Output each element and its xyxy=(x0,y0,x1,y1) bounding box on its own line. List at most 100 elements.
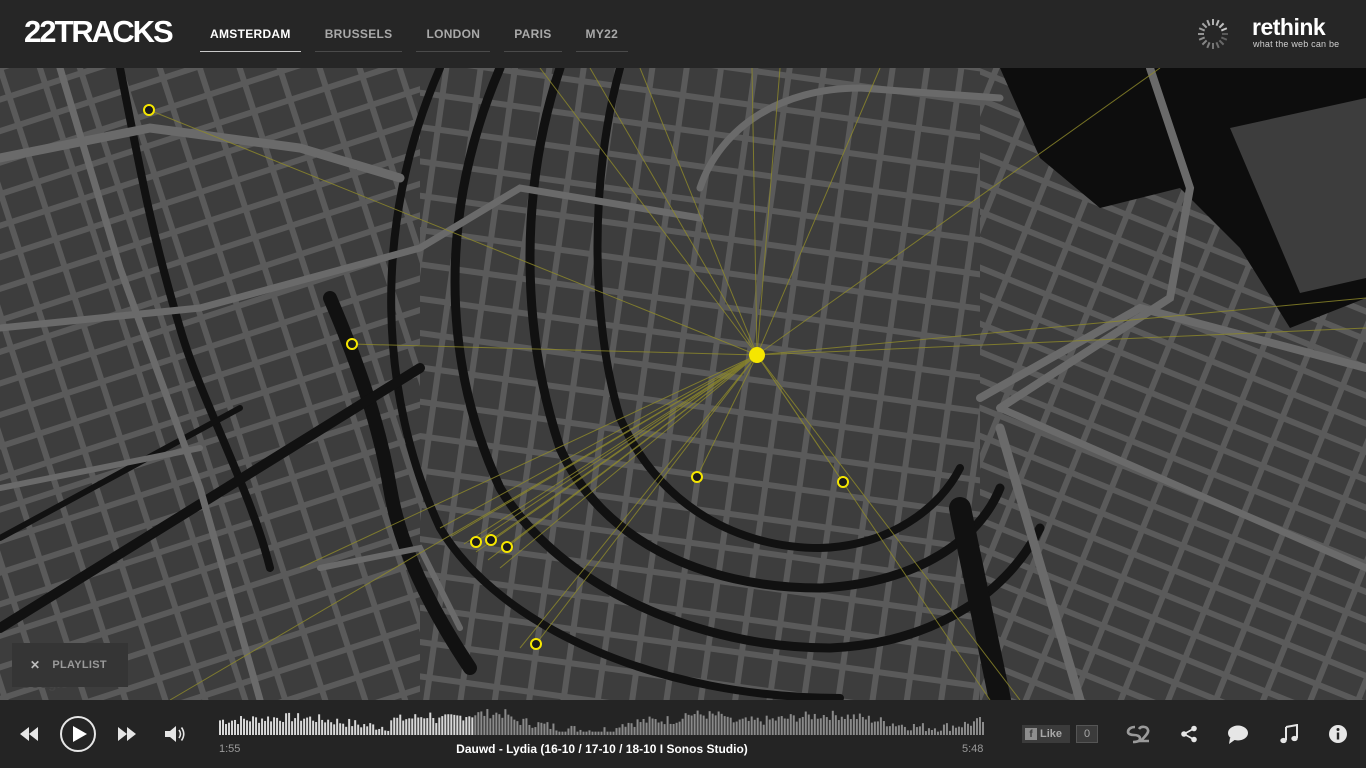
waveform-bar xyxy=(855,719,858,735)
waveform-bar xyxy=(777,716,780,735)
spinner-tick xyxy=(1201,39,1208,46)
nav-tab-my22[interactable]: MY22 xyxy=(575,20,629,52)
waveform-bar xyxy=(414,714,417,735)
waveform-bar xyxy=(921,723,924,735)
waveform-seek-bar[interactable] xyxy=(219,706,985,736)
waveform-bar xyxy=(576,731,579,735)
nav-tab-paris[interactable]: PARIS xyxy=(504,20,562,52)
venue-marker[interactable] xyxy=(501,541,513,553)
waveform-bar xyxy=(771,718,774,735)
waveform-bar xyxy=(888,726,891,735)
map-district-center xyxy=(420,68,980,700)
waveform-bar xyxy=(615,728,618,735)
venue-marker[interactable] xyxy=(691,471,703,483)
waveform-bar xyxy=(678,721,681,735)
waveform-bar xyxy=(846,714,849,735)
waveform-bar xyxy=(243,718,246,735)
waveform-bar xyxy=(624,726,627,735)
waveform-bar xyxy=(651,718,654,735)
facebook-like-label: Like xyxy=(1040,728,1063,740)
waveform-bar xyxy=(723,716,726,735)
waveform-bar xyxy=(900,724,903,735)
previous-button[interactable] xyxy=(18,724,40,744)
map-canvas[interactable]: Google xyxy=(0,68,1366,700)
waveform-bar xyxy=(870,722,873,735)
spinner-tick xyxy=(1206,19,1211,27)
waveform-bar xyxy=(456,715,459,735)
soundcloud-button[interactable] xyxy=(1124,722,1152,746)
nav-tab-amsterdam[interactable]: AMSTERDAM xyxy=(200,20,301,52)
venue-marker[interactable] xyxy=(346,338,358,350)
previous-icon xyxy=(20,727,38,741)
waveform-bar xyxy=(780,716,783,735)
waveform-bar xyxy=(768,719,771,735)
waveform-bar xyxy=(450,714,453,735)
waveform-bar xyxy=(252,716,255,735)
waveform-bar xyxy=(648,716,651,735)
rethink-spinner-icon[interactable] xyxy=(1196,17,1230,51)
waveform-bar xyxy=(399,714,402,735)
waveform-bar xyxy=(666,716,669,735)
partner-name[interactable]: rethink xyxy=(1252,14,1326,40)
waveform-bar xyxy=(564,731,567,735)
nav-tab-london[interactable]: LONDON xyxy=(416,20,491,52)
spinner-tick xyxy=(1218,22,1225,29)
active-venue-marker[interactable] xyxy=(749,347,765,363)
facebook-like-count: 0 xyxy=(1076,725,1098,743)
venue-marker[interactable] xyxy=(143,104,155,116)
play-button[interactable] xyxy=(60,716,96,752)
waveform-bar xyxy=(360,727,363,735)
facebook-like-button[interactable]: f Like xyxy=(1022,725,1070,743)
waveform-bar xyxy=(489,718,492,735)
waveform-bar xyxy=(291,721,294,735)
venue-marker[interactable] xyxy=(485,534,497,546)
waveform-bar xyxy=(729,717,732,735)
next-button[interactable] xyxy=(116,724,138,744)
waveform-bar xyxy=(405,719,408,735)
spinner-tick xyxy=(1215,41,1220,49)
waveform-bar xyxy=(561,731,564,735)
waveform-bar xyxy=(237,724,240,735)
playlist-toggle-button[interactable]: ✕ PLAYLIST xyxy=(12,643,128,687)
facebook-icon: f xyxy=(1025,728,1037,740)
waveform-bar xyxy=(948,730,951,735)
waveform-bar xyxy=(549,728,552,735)
venue-marker[interactable] xyxy=(470,536,482,548)
waveform-bar xyxy=(627,722,630,735)
waveform-bar xyxy=(858,713,861,735)
waveform-bar xyxy=(669,723,672,735)
waveform-bar xyxy=(474,715,477,735)
spinner-tick xyxy=(1201,22,1208,29)
info-button[interactable] xyxy=(1326,722,1350,746)
volume-button[interactable] xyxy=(164,724,188,744)
waveform-bar xyxy=(982,721,984,735)
waveform-bar xyxy=(342,723,345,735)
waveform-bar xyxy=(978,717,981,735)
nav-tab-brussels[interactable]: BRUSSELS xyxy=(314,20,403,52)
waveform-bar xyxy=(774,720,777,735)
waveform-bar xyxy=(924,731,927,735)
waveform-bar xyxy=(531,727,534,735)
waveform-bar xyxy=(612,731,615,735)
waveform-bar xyxy=(633,726,636,735)
waveform-bar xyxy=(711,713,714,735)
share-button[interactable] xyxy=(1178,722,1200,746)
city-map[interactable]: Google xyxy=(0,68,1366,700)
waveform-bar xyxy=(327,719,330,735)
waveform-bar xyxy=(639,722,642,735)
music-button[interactable] xyxy=(1278,722,1300,746)
waveform-bar xyxy=(225,724,228,735)
comment-button[interactable] xyxy=(1226,722,1250,746)
waveform-bar xyxy=(699,714,702,735)
waveform-bar xyxy=(510,716,513,735)
waveform-bar xyxy=(438,717,441,735)
waveform-bar xyxy=(753,719,756,735)
waveform-bar xyxy=(744,717,747,735)
waveform-bar xyxy=(357,724,360,735)
waveform-bar xyxy=(951,725,954,735)
spinner-tick xyxy=(1215,19,1220,27)
venue-marker[interactable] xyxy=(530,638,542,650)
site-logo[interactable]: 22TRACKS xyxy=(24,14,174,50)
waveform-bar xyxy=(609,731,612,735)
venue-marker[interactable] xyxy=(837,476,849,488)
